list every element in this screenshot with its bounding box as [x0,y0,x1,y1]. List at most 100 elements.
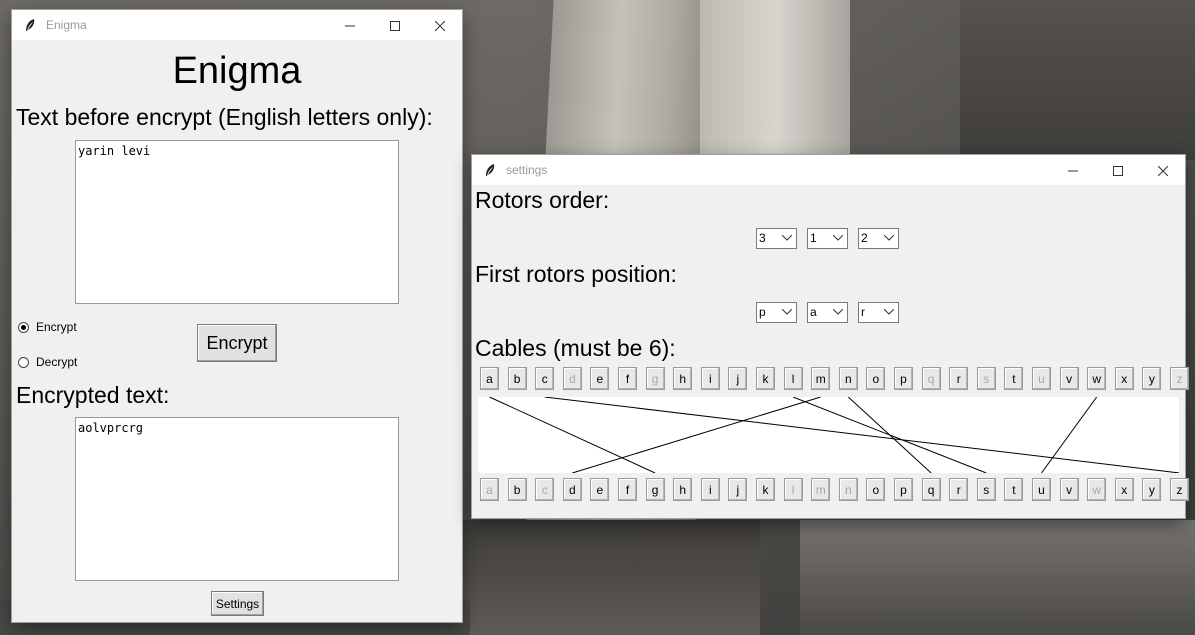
plugboard-top-key-j[interactable]: j [728,367,748,390]
plugboard-top-key-s[interactable]: s [976,367,996,390]
plaintext-input[interactable]: yarin levi [75,140,399,304]
wallpaper-rock [460,520,760,635]
plugboard-bottom-key-d[interactable]: d [562,478,582,501]
plugboard-top-key-z[interactable]: z [1170,367,1189,390]
minimize-icon [1067,161,1078,180]
rotor-position-select-2[interactable]: a [807,302,848,323]
window-title: settings [506,163,548,177]
plugboard-bottom-key-e[interactable]: e [590,478,610,501]
close-button[interactable] [1140,155,1185,185]
plugboard-bottom-key-r[interactable]: r [949,478,969,501]
plugboard-top-key-t[interactable]: t [1004,367,1024,390]
select-value: r [861,305,865,319]
radio-decrypt[interactable]: Decrypt [18,355,77,369]
rotor-position-select-3[interactable]: r [858,302,899,323]
plugboard-bottom-key-o[interactable]: o [866,478,886,501]
chevron-down-icon [781,305,793,319]
plugboard-bottom-key-h[interactable]: h [673,478,693,501]
plugboard-bottom-key-q[interactable]: q [921,478,941,501]
rotor-order-select-1[interactable]: 3 [756,228,797,249]
feather-icon [22,17,38,33]
close-icon [1157,161,1168,180]
plugboard-top-key-l[interactable]: l [783,367,803,390]
plugboard-top-key-w[interactable]: w [1087,367,1107,390]
maximize-button[interactable] [1095,155,1140,185]
encrypt-button[interactable]: Encrypt [197,324,277,362]
plugboard-top-key-e[interactable]: e [590,367,610,390]
plugboard-top-key-q[interactable]: q [921,367,941,390]
plugboard-top-key-u[interactable]: u [1032,367,1051,390]
settings-titlebar[interactable]: settings [472,155,1185,185]
plugboard-bottom-key-b[interactable]: b [507,478,527,501]
input-label: Text before encrypt (English letters onl… [16,104,433,130]
rotor-position-select-1[interactable]: p [756,302,797,323]
plugboard-top-key-a[interactable]: a [480,367,499,390]
plugboard-bottom-key-v[interactable]: v [1059,478,1079,501]
close-icon [434,16,445,35]
plugboard-bottom-key-u[interactable]: u [1032,478,1051,501]
plugboard-top-key-o[interactable]: o [866,367,886,390]
settings-window: settings Rotors order: 3 1 2 First rotor… [472,155,1189,518]
minimize-button[interactable] [1050,155,1095,185]
plugboard-cables [478,397,1179,473]
plugboard-top-key-v[interactable]: v [1059,367,1079,390]
plugboard-bottom-key-c[interactable]: c [535,478,555,501]
close-button[interactable] [417,10,462,40]
plugboard-top-key-c[interactable]: c [535,367,555,390]
plugboard-top-key-h[interactable]: h [673,367,693,390]
plugboard-bottom-key-i[interactable]: i [700,478,720,501]
plugboard-top-key-p[interactable]: p [894,367,913,390]
plugboard-bottom-key-f[interactable]: f [618,478,637,501]
plugboard-top-key-n[interactable]: n [838,367,858,390]
rotor-order-select-3[interactable]: 2 [858,228,899,249]
enigma-titlebar[interactable]: Enigma [12,10,462,40]
plugboard-bottom-key-k[interactable]: k [756,478,775,501]
plugboard-bottom-key-p[interactable]: p [894,478,913,501]
cables-label: Cables (must be 6): [475,335,676,361]
rotor-order-select-2[interactable]: 1 [807,228,848,249]
plugboard-bottom-key-s[interactable]: s [976,478,996,501]
minimize-icon [344,16,355,35]
chevron-down-icon [781,231,793,245]
plugboard-top-key-g[interactable]: g [645,367,665,390]
rotors-order-label: Rotors order: [475,187,610,213]
plugboard-top-key-r[interactable]: r [949,367,969,390]
plugboard-bottom-key-t[interactable]: t [1004,478,1024,501]
wallpaper-rock [960,0,1195,160]
plugboard-top-key-y[interactable]: y [1142,367,1162,390]
radio-label: Encrypt [36,320,77,334]
radio-indicator [18,356,29,368]
plugboard-top-key-k[interactable]: k [756,367,775,390]
select-value: a [810,305,817,319]
plugboard-bottom-key-a[interactable]: a [480,478,499,501]
maximize-button[interactable] [372,10,417,40]
radio-indicator [18,321,29,333]
plugboard-bottom-key-z[interactable]: z [1170,478,1189,501]
plugboard-bottom-key-w[interactable]: w [1087,478,1107,501]
window-title: Enigma [46,18,87,32]
plugboard-top-key-f[interactable]: f [618,367,637,390]
plugboard-bottom-key-m[interactable]: m [811,478,831,501]
settings-button[interactable]: Settings [211,591,264,616]
minimize-button[interactable] [327,10,372,40]
chevron-down-icon [832,231,844,245]
plugboard-top-key-i[interactable]: i [700,367,720,390]
plugboard-top-key-x[interactable]: x [1114,367,1134,390]
maximize-icon [389,16,400,35]
first-position-label: First rotors position: [475,261,677,287]
chevron-down-icon [883,231,895,245]
plugboard-bottom-key-j[interactable]: j [728,478,748,501]
plugboard-bottom-key-y[interactable]: y [1142,478,1162,501]
plugboard-top-key-b[interactable]: b [507,367,527,390]
select-value: 3 [759,231,766,245]
ciphertext-output[interactable]: aolvprcrg [75,417,399,581]
plugboard-bottom-key-l[interactable]: l [783,478,803,501]
plugboard-top-key-m[interactable]: m [811,367,831,390]
plugboard-bottom-key-n[interactable]: n [838,478,858,501]
plugboard-bottom-key-g[interactable]: g [645,478,665,501]
feather-icon [482,162,498,178]
radio-encrypt[interactable]: Encrypt [18,320,77,334]
plugboard-top-key-d[interactable]: d [562,367,582,390]
plugboard-bottom-key-x[interactable]: x [1114,478,1134,501]
cable-m-d [572,397,821,473]
